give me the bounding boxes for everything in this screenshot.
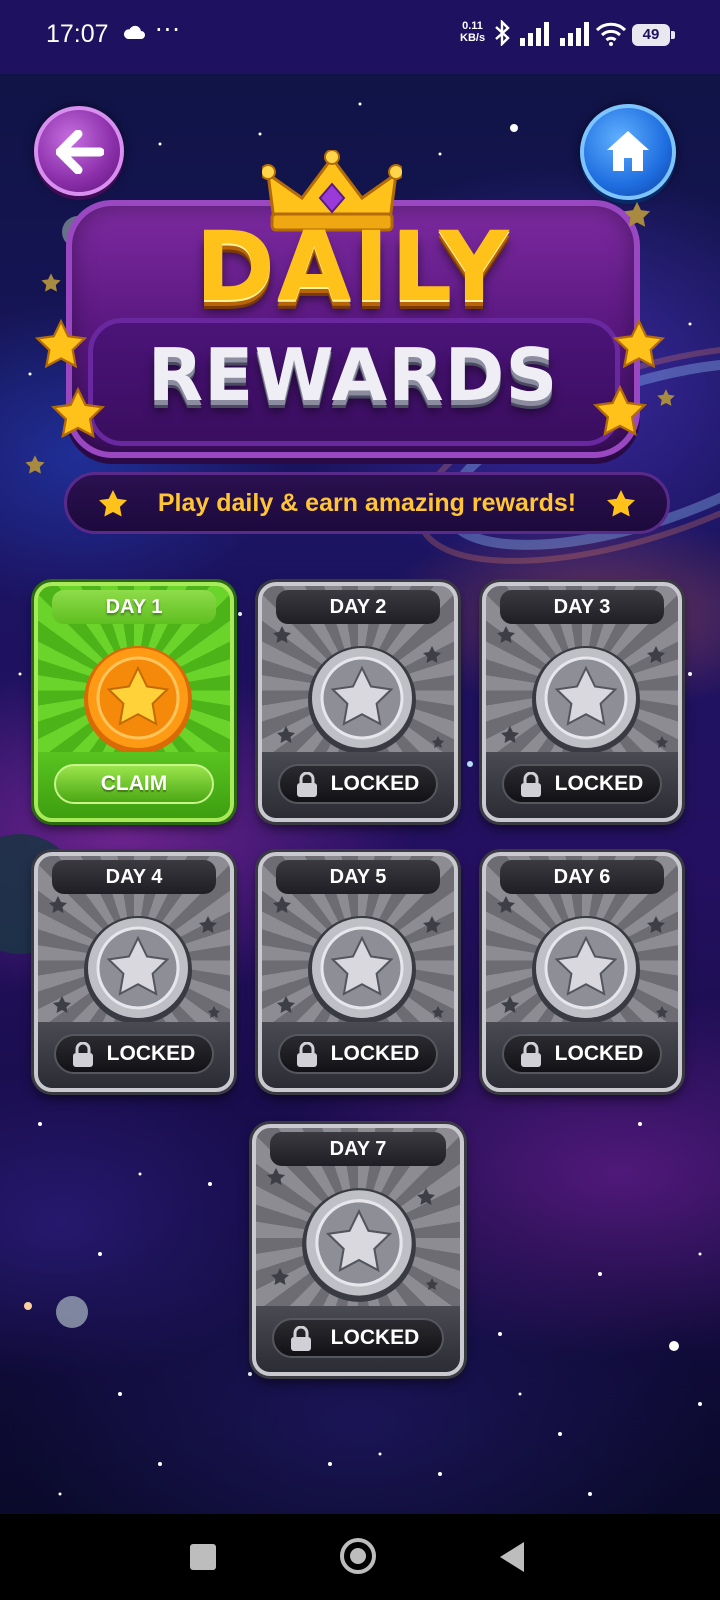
title-daily: DAILY — [195, 211, 511, 323]
day-card-5: DAY 5 LOCKED — [258, 852, 458, 1092]
square-icon[interactable] — [190, 1544, 216, 1570]
day-card-2: DAY 2 LOCKED — [258, 582, 458, 822]
gold-star-coin-icon — [84, 646, 192, 754]
arrow-left-icon — [56, 130, 104, 174]
network-speed: 0.11 KB/s — [460, 20, 485, 44]
lock-icon — [73, 1042, 93, 1067]
claim-button[interactable]: CLAIM — [54, 764, 214, 804]
locked-badge: LOCKED — [278, 1034, 438, 1074]
network-speed-unit: KB/s — [460, 32, 486, 44]
locked-badge: LOCKED — [502, 764, 662, 804]
wifi-icon — [595, 22, 627, 50]
locked-label: LOCKED — [330, 772, 420, 795]
silver-star-coin-icon — [532, 646, 640, 754]
home-button[interactable] — [580, 104, 676, 200]
subtitle-text: Play daily & earn amazing rewards! — [157, 489, 577, 517]
triangle-back-icon[interactable] — [500, 1542, 524, 1572]
cloud-icon — [122, 24, 146, 44]
faint-star-icon — [623, 201, 651, 227]
silver-star-coin-icon — [532, 916, 640, 1024]
day-label: DAY 5 — [276, 860, 440, 894]
day-label: DAY 1 — [52, 590, 216, 624]
day-label: DAY 6 — [500, 860, 664, 894]
faint-star-icon — [25, 455, 45, 474]
back-button[interactable] — [34, 106, 124, 196]
silver-star-coin-icon — [308, 916, 416, 1024]
day-label: DAY 4 — [52, 860, 216, 894]
gold-star-icon — [592, 384, 648, 437]
subtitle-pill: Play daily & earn amazing rewards! — [64, 472, 670, 534]
gold-star-icon — [607, 490, 635, 517]
more-notifications-icon: ··· — [155, 16, 181, 44]
day-card-3: DAY 3 LOCKED — [482, 582, 682, 822]
locked-label: LOCKED — [554, 1042, 644, 1065]
network-speed-value: 0.11 — [462, 20, 483, 32]
locked-badge: LOCKED — [54, 1034, 214, 1074]
home-icon — [607, 131, 649, 171]
locked-label: LOCKED — [330, 1326, 420, 1349]
lock-icon — [521, 772, 541, 797]
locked-label: LOCKED — [554, 772, 644, 795]
day-card-6: DAY 6 LOCKED — [482, 852, 682, 1092]
locked-label: LOCKED — [106, 1042, 196, 1065]
silver-star-coin-icon — [302, 1188, 416, 1302]
silver-star-coin-icon — [308, 646, 416, 754]
lock-icon — [291, 1326, 311, 1351]
day-label: DAY 3 — [500, 590, 664, 624]
silver-star-coin-icon — [84, 916, 192, 1024]
title-rewards: REWARDS — [147, 333, 559, 417]
faint-star-icon — [657, 389, 675, 406]
signal-icon — [520, 22, 550, 50]
day-card-4: DAY 4 LOCKED — [34, 852, 234, 1092]
locked-label: LOCKED — [330, 1042, 420, 1065]
battery-icon: 49 — [632, 24, 675, 46]
circle-icon[interactable] — [340, 1538, 376, 1574]
faint-star-icon — [41, 273, 61, 292]
lock-icon — [521, 1042, 541, 1067]
system-nav-bar — [0, 1514, 720, 1600]
gold-star-icon — [34, 318, 88, 369]
lock-icon — [297, 772, 317, 797]
locked-badge: LOCKED — [502, 1034, 662, 1074]
gold-star-icon — [50, 386, 106, 439]
signal-icon — [560, 22, 590, 50]
bluetooth-icon — [494, 19, 510, 50]
locked-badge: LOCKED — [272, 1318, 444, 1358]
gold-star-icon — [612, 318, 666, 369]
day-card-7: DAY 7 LOCKED — [252, 1124, 464, 1376]
day-label: DAY 7 — [270, 1132, 446, 1166]
locked-badge: LOCKED — [278, 764, 438, 804]
day-card-1[interactable]: DAY 1 CLAIM — [34, 582, 234, 822]
day-label: DAY 2 — [276, 590, 440, 624]
status-bar: 17:07 ··· 0.11 KB/s 49 — [0, 0, 720, 74]
lock-icon — [297, 1042, 317, 1067]
status-time: 17:07 — [46, 20, 109, 48]
